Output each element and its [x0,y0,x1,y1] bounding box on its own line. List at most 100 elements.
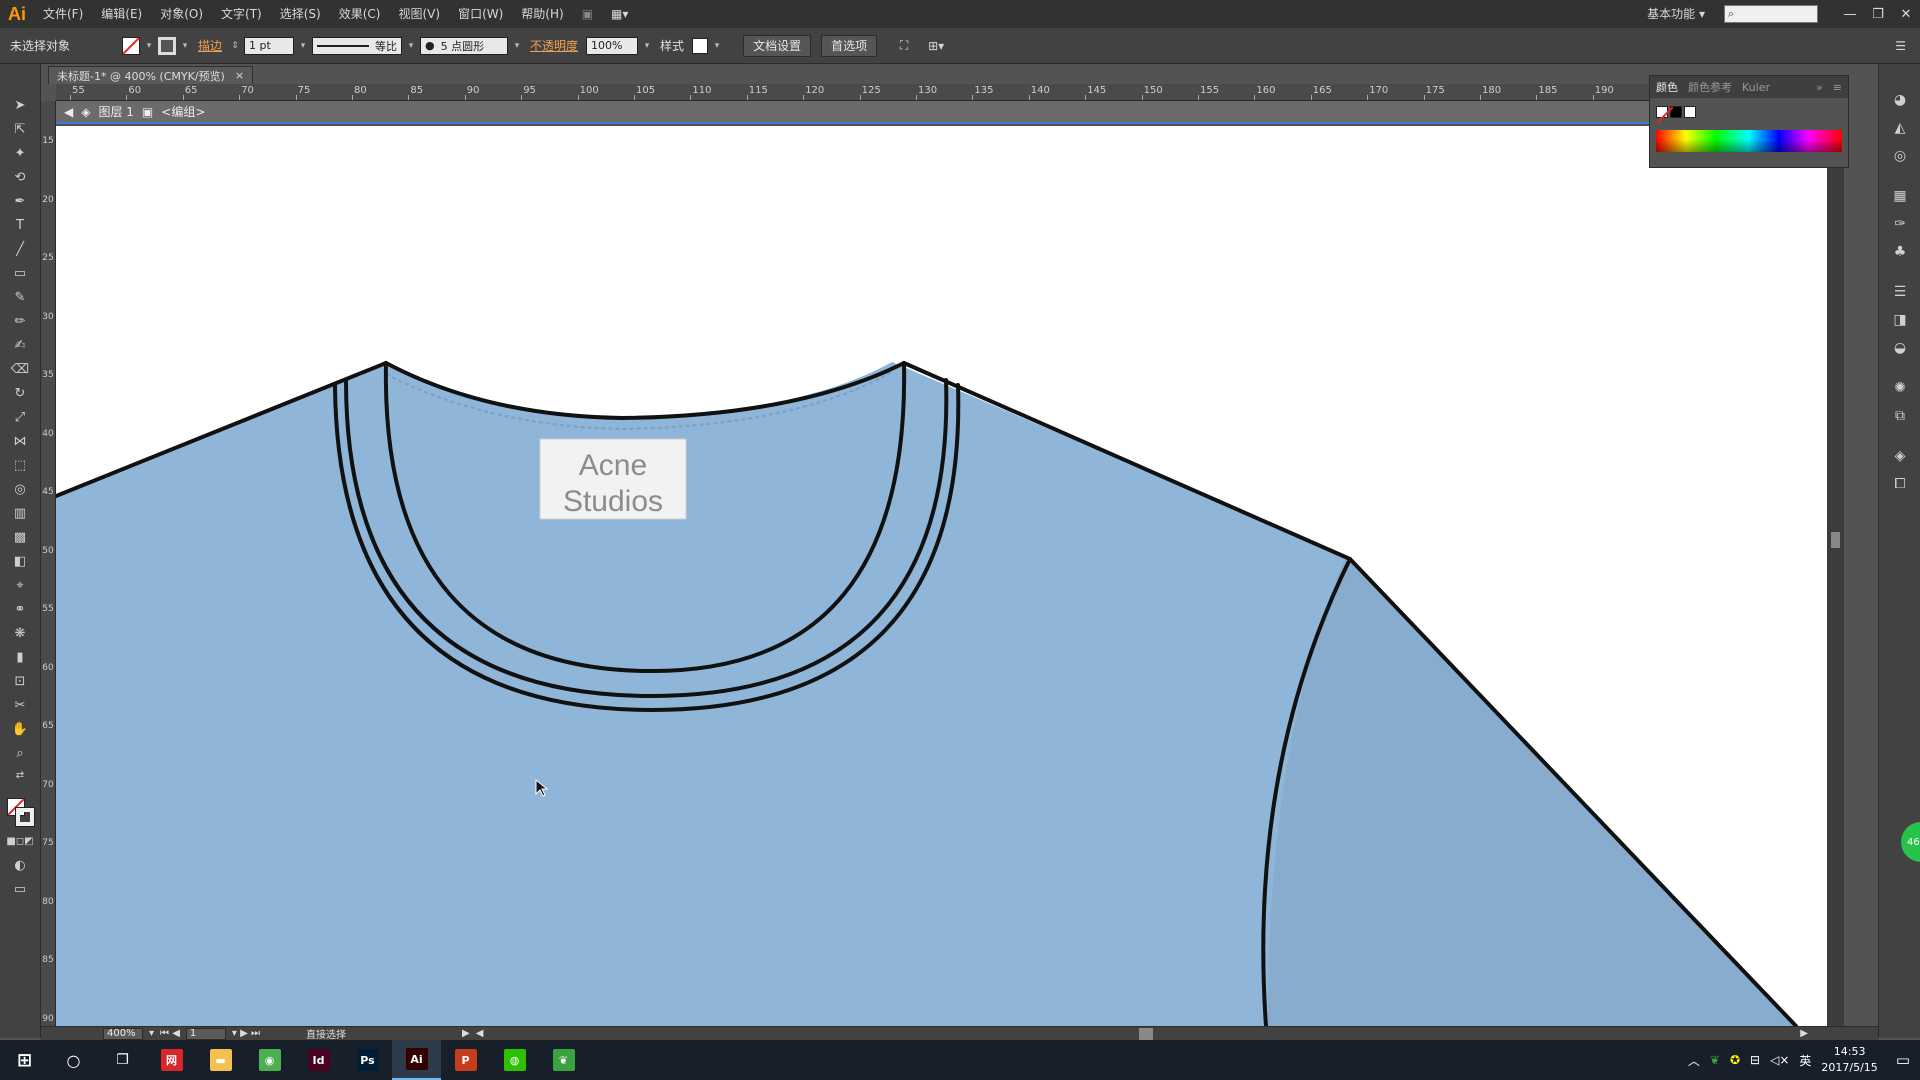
arrange-documents-icon[interactable]: ▦▾ [602,0,637,28]
graphic-style-swatch[interactable] [692,37,709,54]
tab-kuler[interactable]: Kuler [1742,81,1770,94]
menu-effect[interactable]: 效果(C) [330,0,390,28]
direct-selection-tool-icon[interactable]: ⇱ [8,118,32,140]
stroke-color-box[interactable] [15,807,35,827]
tab-color[interactable]: 颜色 [1656,79,1678,95]
variable-width-profile[interactable]: 等比 [312,36,403,55]
menu-window[interactable]: 窗口(W) [449,0,512,28]
stroke-weight-field[interactable]: 1 pt [244,36,295,55]
restore-button[interactable]: ❐ [1864,0,1892,28]
tshirt-artwork[interactable]: Acne Studios [56,126,1827,1026]
clock[interactable]: 14:53 2017/5/15 [1821,1044,1877,1076]
back-arrow-icon[interactable]: ◀ [64,105,73,119]
stroke-weight-dropdown-icon[interactable]: ▾ [298,41,308,51]
brushes-icon[interactable]: ✑ [1890,214,1910,234]
line-tool-icon[interactable]: ╱ [8,238,32,260]
brand-label[interactable]: Acne Studios [539,438,687,520]
scroll-thumb[interactable] [1831,532,1840,548]
ime-indicator[interactable]: 英 [1799,1052,1811,1069]
swatches-icon[interactable]: ▦ [1890,186,1910,206]
horizontal-ruler[interactable]: 55 60 65 70 75 80 85 90 95 100 105 110 115 120 125 130 1… [56,84,1651,101]
magic-wand-tool-icon[interactable]: ✦ [8,142,32,164]
document-setup-button[interactable]: 文档设置 [743,34,812,57]
tray-leaf-icon[interactable]: ❦ [1710,1053,1720,1067]
brush-dropdown-icon[interactable]: ▾ [512,41,522,51]
layers-panel-icon[interactable]: ◈ [1890,446,1910,466]
color-panel-icon[interactable]: ◕ [1890,90,1910,110]
none-black-white-swatches[interactable] [1656,106,1696,118]
gradient-tool-icon[interactable]: ◧ [8,550,32,572]
perspective-grid-tool-icon[interactable]: ▥ [8,502,32,524]
menu-type[interactable]: 文字(T) [212,0,271,28]
stroke-panel-icon[interactable]: ☰ [1890,282,1910,302]
taskbar-app-indesign[interactable]: Id [294,1040,343,1080]
artboards-panel-icon[interactable]: ⧠ [1890,474,1910,494]
zoom-dropdown-icon[interactable]: ▾ [149,1028,154,1039]
tray-chevron-icon[interactable]: ︿ [1688,1052,1700,1069]
appearance-icon[interactable]: ✺ [1890,378,1910,398]
stroke-dropdown-icon[interactable]: ▾ [180,41,190,51]
brush-definition[interactable]: ● 5 点圆形 [420,36,509,55]
graphic-styles-icon[interactable]: ⧉ [1890,406,1910,426]
isolate-icon[interactable]: ⛶ [884,38,924,53]
artboard-number-field[interactable]: 1 [185,1027,226,1040]
hscroll-thumb[interactable] [1139,1027,1154,1040]
close-button[interactable]: ✕ [1892,0,1920,28]
tab-color-guide[interactable]: 颜色参考 [1688,79,1732,95]
screen-mode-icon[interactable]: ▭ [8,878,32,900]
rectangle-tool-icon[interactable]: ▭ [8,262,32,284]
stroke-swatch[interactable] [158,36,177,55]
pen-tool-icon[interactable]: ✒ [8,190,32,212]
zoom-field[interactable]: 400% [103,1027,143,1040]
network-icon[interactable]: ⊟ [1750,1053,1760,1067]
document-tab[interactable]: 未标题-1* @ 400% (CMYK/预览) × [48,66,254,84]
free-transform-tool-icon[interactable]: ⬚ [8,454,32,476]
color-mode-icons[interactable]: ■◻◩ [6,830,33,852]
cortana-search-button[interactable]: ○ [49,1040,98,1080]
opacity-field[interactable]: 100% [586,36,639,55]
menu-help[interactable]: 帮助(H) [512,0,572,28]
menu-edit[interactable]: 编辑(E) [92,0,151,28]
drawing-mode-icon[interactable]: ◐ [8,854,32,876]
scale-tool-icon[interactable]: ⤢ [8,406,32,428]
opacity-dropdown-icon[interactable]: ▾ [642,41,652,51]
preferences-button[interactable]: 首选项 [821,34,878,57]
transparency-icon[interactable]: ◒ [1890,338,1910,358]
vertical-scrollbar[interactable] [1827,126,1844,1026]
rotate-tool-icon[interactable]: ↻ [8,382,32,404]
hscroll-right-icon[interactable]: ▶ [1800,1028,1878,1039]
breadcrumb-layer[interactable]: 图层 1 [98,103,133,120]
floating-badge[interactable]: 46 [1901,822,1920,862]
fill-dropdown-icon[interactable]: ▾ [144,41,154,51]
style-dropdown-icon[interactable]: ▾ [712,41,722,51]
taskbar-app-illustrator[interactable]: Ai [392,1040,441,1080]
paintbrush-tool-icon[interactable]: ✎ [8,286,32,308]
pencil-tool-icon[interactable]: ✏ [8,310,32,332]
selection-tool-icon[interactable]: ➤ [8,94,32,116]
kuler-icon[interactable]: ◎ [1890,146,1910,166]
lasso-tool-icon[interactable]: ⟲ [8,166,32,188]
panel-menu-icon[interactable]: ☰ [1895,39,1906,53]
slice-tool-icon[interactable]: ✂ [8,694,32,716]
align-options-icon[interactable]: ⊞▾ [928,39,944,53]
hand-tool-icon[interactable]: ✋ [8,718,32,740]
taskbar-app-file-explorer[interactable]: ▬ [196,1040,245,1080]
menu-select[interactable]: 选择(S) [271,0,330,28]
menu-object[interactable]: 对象(O) [151,0,212,28]
swap-colors-icon[interactable]: ⇄ [8,768,32,782]
horizontal-scrollbar[interactable] [489,1027,1794,1040]
white-swatch[interactable] [1684,106,1696,118]
taskbar-app-photoshop[interactable]: Ps [343,1040,392,1080]
menu-view[interactable]: 视图(V) [389,0,449,28]
mesh-tool-icon[interactable]: ▩ [8,526,32,548]
status-menu-arrow-icon[interactable]: ▶ [462,1028,470,1039]
artboard-tool-icon[interactable]: ⊡ [8,670,32,692]
taskbar-app-netease-music[interactable]: 网 [147,1040,196,1080]
workspace-switcher[interactable]: 基本功能 ▾ [1638,0,1714,28]
menu-file[interactable]: 文件(F) [34,0,92,28]
taskbar-app-chrome[interactable]: ◉ [245,1040,294,1080]
collapse-panel-icon[interactable]: » [1816,81,1823,94]
panel-options-icon[interactable]: ≡ [1833,81,1842,94]
profile-dropdown-icon[interactable]: ▾ [406,41,416,51]
blob-brush-tool-icon[interactable]: ✍ [8,334,32,356]
